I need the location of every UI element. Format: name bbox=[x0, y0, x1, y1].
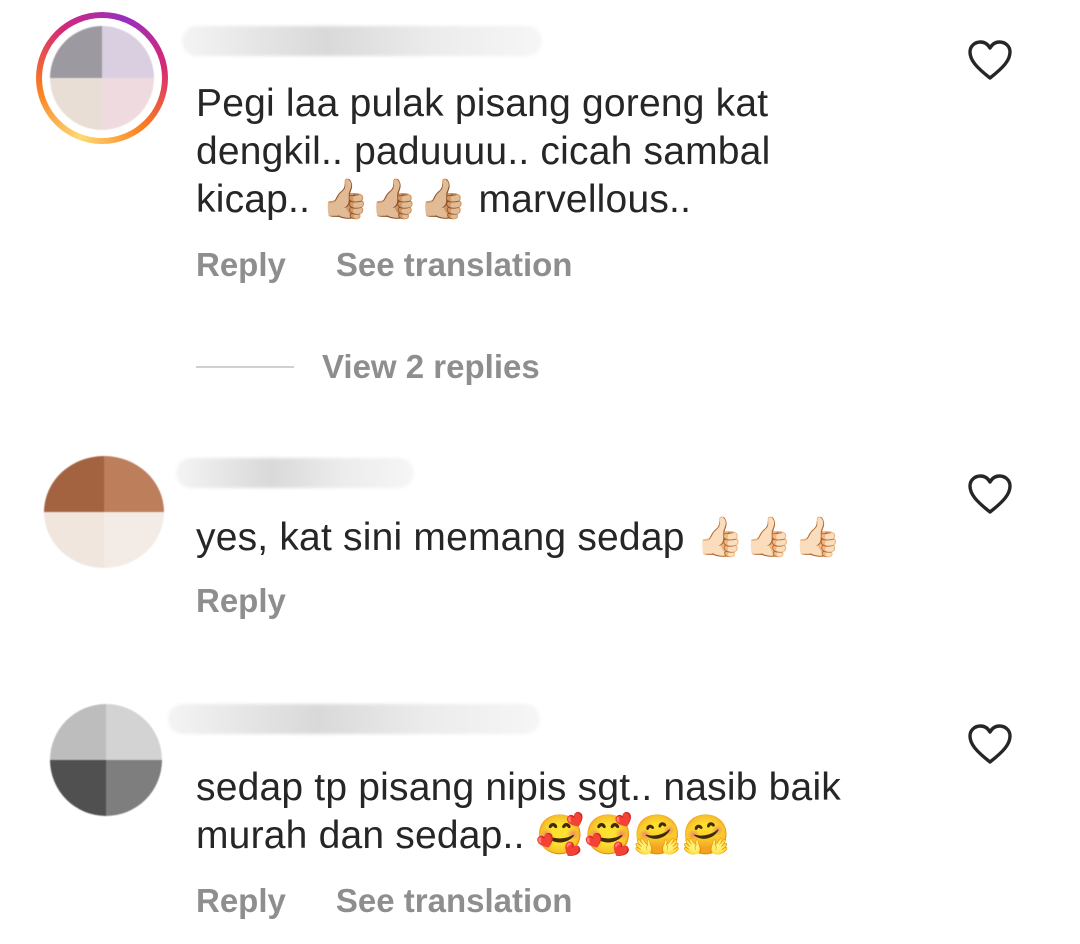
view-replies-button[interactable]: View 2 replies bbox=[196, 348, 540, 386]
username-blurred[interactable] bbox=[176, 458, 414, 488]
username-blurred[interactable] bbox=[182, 26, 542, 56]
comment-text: yes, kat sini memang sedap 👍🏻👍🏻👍🏻 bbox=[196, 516, 842, 559]
avatar[interactable] bbox=[36, 12, 168, 144]
heart-outline-icon[interactable] bbox=[966, 472, 1014, 516]
comment-text: sedap tp pisang nipis sgt.. nasib baik m… bbox=[196, 766, 842, 857]
avatar[interactable] bbox=[44, 456, 164, 568]
reply-button[interactable]: Reply bbox=[196, 246, 286, 284]
heart-outline-icon[interactable] bbox=[966, 38, 1014, 82]
reply-button[interactable]: Reply bbox=[196, 882, 286, 920]
comment-text: Pegi laa pulak pisang goreng kat dengkil… bbox=[196, 82, 771, 221]
replies-divider bbox=[196, 366, 294, 368]
avatar[interactable] bbox=[50, 704, 162, 816]
avatar-image bbox=[50, 26, 154, 130]
comment-actions: Reply See translation bbox=[196, 882, 572, 920]
reply-button[interactable]: Reply bbox=[196, 582, 286, 620]
see-translation-button[interactable]: See translation bbox=[336, 882, 573, 920]
comment-actions: Reply bbox=[196, 582, 286, 620]
see-translation-button[interactable]: See translation bbox=[336, 246, 573, 284]
view-replies-label: View 2 replies bbox=[322, 348, 540, 385]
comment-actions: Reply See translation bbox=[196, 246, 572, 284]
heart-outline-icon[interactable] bbox=[966, 722, 1014, 766]
username-blurred[interactable] bbox=[168, 704, 540, 734]
